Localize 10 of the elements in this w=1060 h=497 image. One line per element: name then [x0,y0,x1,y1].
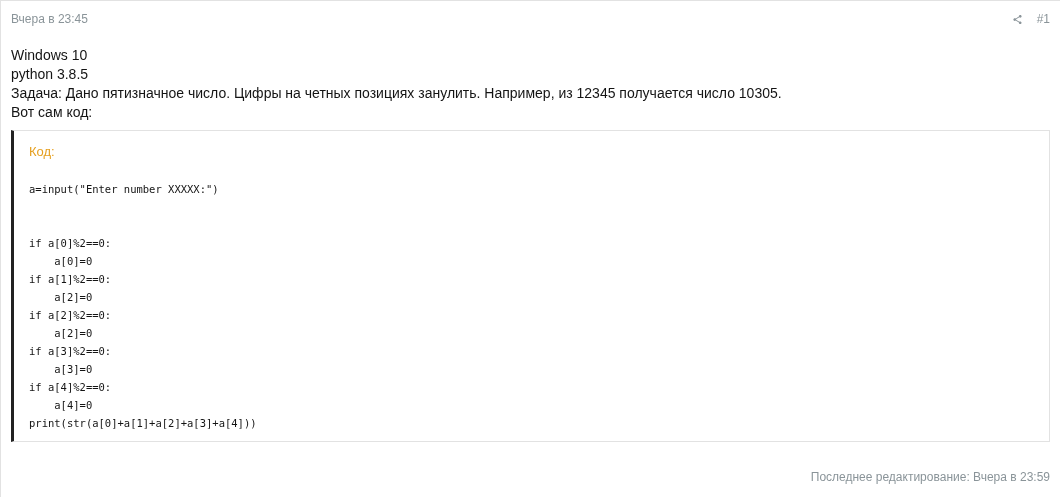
code-text: a=input("Enter number XXXXX:") if a[0]%2==0: a[0]=0 if a[1]%2==0: a[2]=0 if a[2]%2==0: a[2]=0 if a[3]%2==0: a[3]=0 if a[4]%2==0: a[4]=0 print(str(a[0]+a[1]+a[2]+a[3]+a[4])) [29,181,257,431]
post-number[interactable]: #1 [1036,10,1050,28]
post-text: Вот сам код: [11,103,94,122]
code-label: Код: [29,143,55,161]
post-text: Задача: Дано пятизначное число. Цифры на четных позициях занулить. Например, из 12345 получается число 10305. [11,84,783,103]
post-date[interactable]: Вчера в 23:45 [11,10,88,28]
post-text: python 3.8.5 [11,65,90,84]
last-edited-text: Последнее редактирование: Вчера в 23:59 [810,469,1050,486]
post-text: Windows 10 [11,46,89,65]
share-icon[interactable] [1011,13,1023,25]
